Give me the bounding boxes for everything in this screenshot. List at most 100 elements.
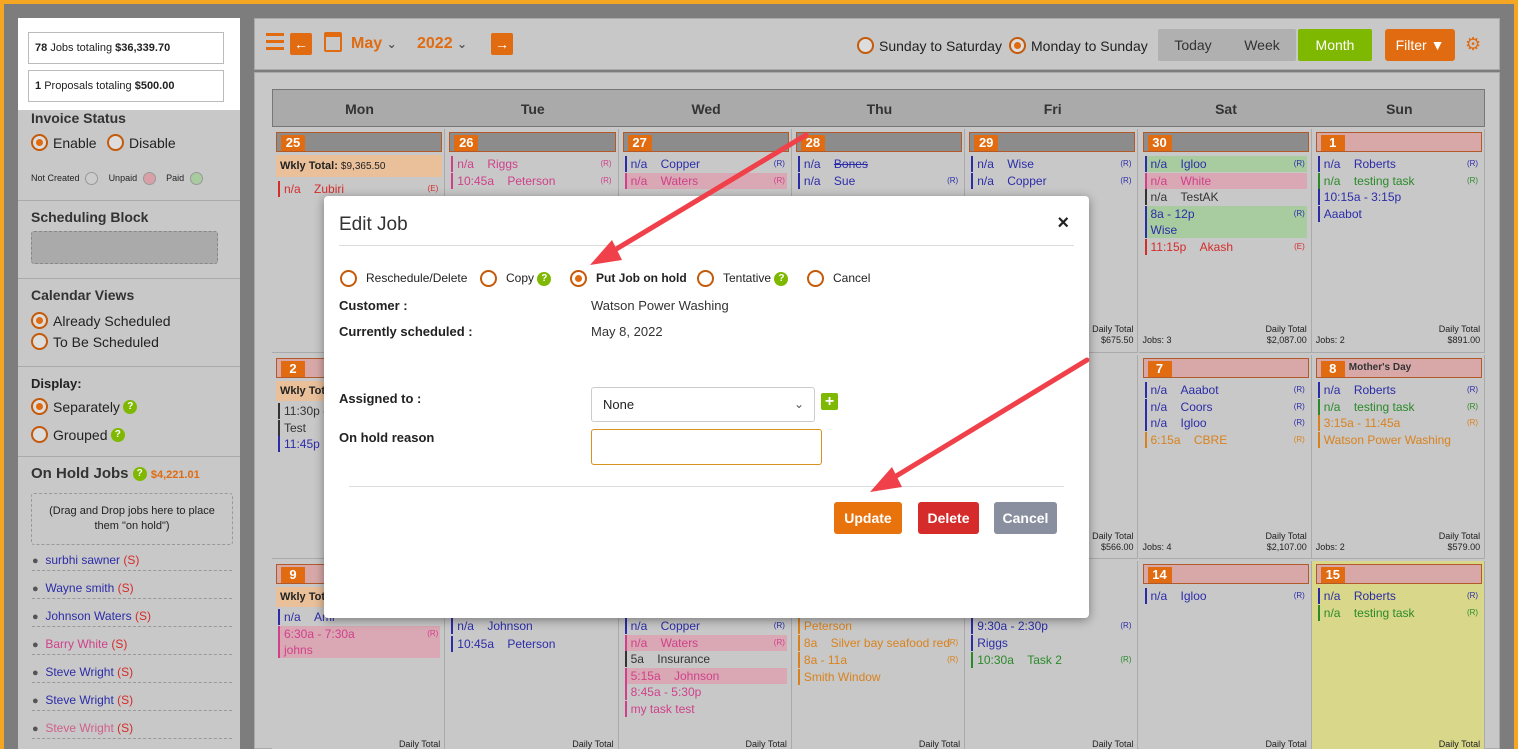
- calendar-event[interactable]: n/a Wise (R): [971, 156, 1133, 172]
- calendar-event[interactable]: n/a Waters (R): [624, 634, 787, 651]
- day-cell[interactable]: 15 n/a Roberts (R) n/a testing task (R) Daily…: [1311, 561, 1486, 749]
- option-tentative[interactable]: Tentative ?: [697, 268, 789, 288]
- display-grouped[interactable]: Grouped ?: [31, 426, 125, 443]
- invoice-enable-option[interactable]: Enable: [31, 134, 97, 151]
- update-button[interactable]: Update: [834, 502, 902, 534]
- calendar-event[interactable]: 8a - 11a (R): [797, 652, 960, 668]
- week-start-sunday[interactable]: Sunday to Saturday: [857, 37, 1002, 54]
- week-button[interactable]: Week: [1228, 29, 1296, 61]
- calendar-event[interactable]: Peterson: [797, 618, 960, 634]
- day-number[interactable]: 8: [1320, 361, 1345, 377]
- calendar-event[interactable]: Aaabot: [1317, 205, 1480, 222]
- calendar-event[interactable]: n/a Roberts (R): [1317, 156, 1480, 172]
- prev-month-button[interactable]: ←: [290, 33, 312, 55]
- day-number[interactable]: 7: [1147, 361, 1172, 377]
- help-icon[interactable]: ?: [123, 399, 138, 414]
- help-icon[interactable]: ?: [774, 271, 789, 286]
- help-icon[interactable]: ?: [110, 427, 125, 442]
- filter-button[interactable]: Filter ▼: [1385, 29, 1455, 61]
- day-number[interactable]: 27: [627, 135, 652, 151]
- day-number[interactable]: 2: [281, 361, 305, 377]
- help-icon[interactable]: ?: [537, 271, 552, 286]
- day-cell[interactable]: 14 n/a Igloo (R) Daily Total: [1138, 561, 1312, 749]
- view-to-be-scheduled[interactable]: To Be Scheduled: [31, 333, 159, 350]
- option-put-on-hold[interactable]: Put Job on hold: [570, 268, 687, 288]
- delete-button[interactable]: Delete: [918, 502, 979, 534]
- on-hold-dropzone[interactable]: (Drag and Drop jobs here to place them "…: [31, 493, 233, 545]
- calendar-event[interactable]: 10:45a Peterson: [451, 636, 613, 652]
- calendar-event[interactable]: n/a Igloo (R): [1144, 588, 1307, 604]
- month-select[interactable]: May ⌄: [351, 35, 397, 53]
- day-number[interactable]: 28: [800, 135, 825, 151]
- hamburger-menu-icon[interactable]: [266, 33, 284, 51]
- day-cell[interactable]: 8 Mother's Day n/a Roberts (R) n/a testing t…: [1311, 355, 1486, 559]
- calendar-event[interactable]: 5:15a Johnson: [624, 667, 787, 684]
- on-hold-person[interactable]: ● Steve Wright (S): [32, 689, 232, 711]
- day-cell[interactable]: 1 n/a Roberts (R) n/a testing task (R) 10:15a…: [1311, 129, 1486, 353]
- day-cell[interactable]: 30 n/a Igloo (R) n/a White n/a TestAK 8a - 12…: [1138, 129, 1312, 353]
- calendar-event[interactable]: 8a Silver bay seafood red (R): [797, 635, 960, 651]
- calendar-event[interactable]: n/a Copper (R): [624, 156, 787, 172]
- calendar-event[interactable]: n/a Riggs (R): [451, 156, 613, 172]
- day-number[interactable]: 25: [281, 135, 305, 151]
- on-hold-reason-input[interactable]: [591, 429, 822, 465]
- calendar-event[interactable]: 11:15p Akash (E): [1144, 238, 1307, 255]
- year-select[interactable]: 2022 ⌄: [417, 35, 467, 53]
- calendar-event[interactable]: 6:30a - 7:30a (R): [278, 625, 441, 642]
- calendar-event[interactable]: Wise: [1144, 222, 1307, 238]
- on-hold-person[interactable]: ● Steve Wright (S): [32, 717, 232, 739]
- day-number[interactable]: 1: [1320, 135, 1345, 151]
- calendar-event[interactable]: 6:15a CBRE (R): [1144, 431, 1307, 448]
- calendar-event[interactable]: n/a Waters (R): [624, 172, 787, 189]
- calendar-event[interactable]: n/a Copper (R): [624, 618, 787, 634]
- option-reschedule-delete[interactable]: Reschedule/Delete: [340, 268, 467, 288]
- week-start-monday[interactable]: Monday to Sunday: [1009, 37, 1148, 54]
- day-number[interactable]: 14: [1147, 567, 1172, 583]
- calendar-event[interactable]: n/a Sue (R): [797, 172, 960, 189]
- calendar-event[interactable]: n/a TestAK: [1144, 189, 1307, 205]
- on-hold-person[interactable]: ● Steve Wright (S): [32, 661, 232, 683]
- option-copy[interactable]: Copy ?: [480, 268, 552, 288]
- today-button[interactable]: Today: [1158, 29, 1228, 61]
- next-month-button[interactable]: →: [491, 33, 513, 55]
- calendar-event[interactable]: n/a Roberts (R): [1317, 588, 1480, 604]
- on-hold-person[interactable]: ● surbhi sawner (S): [32, 549, 232, 571]
- gear-icon[interactable]: ⚙: [1465, 35, 1481, 53]
- calendar-event[interactable]: 5a Insurance: [624, 651, 787, 667]
- calendar-event[interactable]: Watson Power Washing: [1317, 431, 1480, 448]
- calendar-event[interactable]: 9:30a - 2:30p (R): [971, 618, 1133, 634]
- add-assignee-button[interactable]: +: [821, 393, 838, 410]
- invoice-disable-option[interactable]: Disable: [107, 134, 176, 151]
- on-hold-person[interactable]: ● Wayne smith (S): [32, 577, 232, 599]
- month-button[interactable]: Month: [1298, 29, 1372, 61]
- on-hold-person[interactable]: ● Barry White (S): [32, 633, 232, 655]
- day-number[interactable]: 26: [454, 135, 479, 151]
- day-cell[interactable]: 7 n/a Aaabot (R) n/a Coors (R) n/a Igloo (R) 6:…: [1138, 355, 1312, 559]
- scheduling-block-dropzone[interactable]: [31, 231, 218, 264]
- option-cancel[interactable]: Cancel: [807, 268, 870, 288]
- day-number[interactable]: 30: [1147, 135, 1172, 151]
- calendar-event[interactable]: n/a Bones: [797, 156, 960, 172]
- calendar-event[interactable]: n/a Igloo (R): [1144, 156, 1307, 172]
- calendar-event[interactable]: my task test: [624, 700, 787, 717]
- calendar-event[interactable]: n/a Coors (R): [1144, 398, 1307, 415]
- calendar-event[interactable]: n/a White: [1144, 172, 1307, 189]
- day-number[interactable]: 15: [1320, 567, 1345, 583]
- calendar-event[interactable]: johns: [278, 642, 441, 658]
- calendar-event[interactable]: 8a - 12p (R): [1144, 205, 1307, 222]
- calendar-event[interactable]: n/a testing task (R): [1317, 398, 1480, 415]
- calendar-event[interactable]: n/a Aaabot (R): [1144, 382, 1307, 398]
- on-hold-person[interactable]: ● Johnson Waters (S): [32, 605, 232, 627]
- calendar-event[interactable]: n/a testing task (R): [1317, 172, 1480, 189]
- calendar-event[interactable]: 8:45a - 5:30p: [624, 684, 787, 700]
- display-separately[interactable]: Separately ?: [31, 398, 138, 415]
- calendar-event[interactable]: n/a Zubiri (E): [278, 181, 440, 197]
- help-icon[interactable]: ?: [132, 467, 147, 482]
- assigned-select[interactable]: None ⌄: [591, 387, 815, 422]
- day-number[interactable]: 29: [974, 135, 999, 151]
- day-number[interactable]: 9: [281, 567, 305, 583]
- calendar-event[interactable]: n/a testing task (R): [1317, 604, 1481, 621]
- cancel-button[interactable]: Cancel: [994, 502, 1057, 534]
- calendar-event[interactable]: n/a Johnson: [451, 618, 613, 634]
- calendar-event[interactable]: Riggs: [971, 635, 1133, 651]
